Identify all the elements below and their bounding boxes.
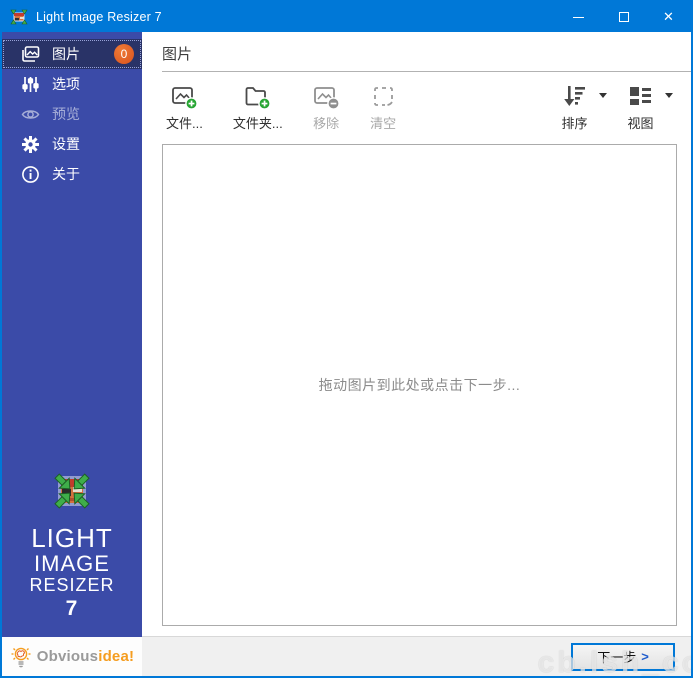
- sidebar-item-images[interactable]: 图片 0: [2, 39, 142, 69]
- logo-word-image: IMAGE: [2, 552, 142, 576]
- page-title: 图片: [142, 32, 691, 71]
- toolbar-button-label: 清空: [370, 113, 396, 132]
- sidebar-item-label: 关于: [52, 164, 80, 184]
- photos-icon: [21, 45, 40, 64]
- sidebar-item-label: 设置: [52, 134, 80, 154]
- sort-dropdown-caret[interactable]: [599, 93, 607, 98]
- logo-word-resizer: RESIZER: [2, 576, 142, 595]
- add-folder-button[interactable]: 文件夹...: [231, 81, 285, 134]
- app-window: Light Image Resizer 7 ✕ 图片: [0, 0, 693, 678]
- add-files-button[interactable]: 文件...: [164, 81, 205, 134]
- logo-word-light: LIGHT: [2, 524, 142, 552]
- sidebar-nav: 图片 0 选项: [2, 32, 142, 189]
- toolbar: 文件... 文件夹...: [142, 72, 691, 142]
- view-button[interactable]: 视图: [625, 81, 656, 134]
- logo-version: 7: [2, 598, 142, 621]
- close-icon: ✕: [663, 9, 674, 25]
- remove-image-icon: [313, 83, 340, 110]
- toolbar-button-label: 视图: [627, 113, 653, 132]
- sidebar-item-about[interactable]: 关于: [2, 159, 142, 189]
- minimize-button[interactable]: [556, 2, 601, 32]
- add-folder-icon: [244, 83, 271, 110]
- close-button[interactable]: ✕: [646, 2, 691, 32]
- clear-icon: [370, 83, 397, 110]
- info-icon: [21, 165, 40, 184]
- app-logo-icon: [10, 9, 28, 25]
- image-count-badge: 0: [114, 44, 134, 64]
- app-logo-image: [46, 468, 98, 514]
- image-dropzone[interactable]: 拖动图片到此处或点击下一步...: [162, 144, 677, 626]
- title-bar: Light Image Resizer 7 ✕: [2, 2, 691, 32]
- next-button[interactable]: 下一步 >: [571, 643, 675, 671]
- view-dropdown-caret[interactable]: [665, 93, 673, 98]
- lightbulb-icon: [10, 645, 32, 669]
- toolbar-button-label: 移除: [313, 113, 339, 132]
- clear-button[interactable]: 清空: [368, 81, 399, 134]
- sidebar-item-label: 预览: [52, 104, 80, 124]
- dropzone-placeholder: 拖动图片到此处或点击下一步...: [319, 375, 521, 395]
- main-panel: 图片 文件...: [142, 32, 691, 676]
- sort-icon: [561, 83, 588, 110]
- sidebar-item-preview[interactable]: 预览: [2, 99, 142, 129]
- view-icon: [627, 83, 654, 110]
- sidebar-item-options[interactable]: 选项: [2, 69, 142, 99]
- toolbar-button-label: 文件...: [166, 113, 203, 132]
- next-button-label: 下一步: [597, 647, 636, 666]
- sidebar: 图片 0 选项: [2, 32, 142, 676]
- obviousidea-brand[interactable]: Obviousidea!: [2, 637, 142, 676]
- sliders-icon: [21, 75, 40, 94]
- sidebar-item-label: 图片: [52, 44, 80, 64]
- gear-icon: [21, 135, 40, 154]
- maximize-icon: [619, 12, 629, 22]
- toolbar-right: 排序: [541, 81, 673, 134]
- minimize-icon: [573, 17, 584, 18]
- add-image-icon: [171, 83, 198, 110]
- bottom-bar: 下一步 >: [142, 636, 691, 676]
- brand-text: Obviousidea!: [37, 648, 134, 665]
- app-logo-block: LIGHT IMAGE RESIZER 7: [2, 468, 142, 637]
- window-title: Light Image Resizer 7: [36, 10, 162, 24]
- sidebar-item-settings[interactable]: 设置: [2, 129, 142, 159]
- toolbar-button-label: 排序: [561, 113, 587, 132]
- toolbar-button-label: 文件夹...: [233, 113, 283, 132]
- maximize-button[interactable]: [601, 2, 646, 32]
- remove-button[interactable]: 移除: [311, 81, 342, 134]
- sidebar-item-label: 选项: [52, 74, 80, 94]
- eye-icon: [21, 105, 40, 124]
- sort-button[interactable]: 排序: [559, 81, 590, 134]
- next-arrow: >: [641, 649, 649, 664]
